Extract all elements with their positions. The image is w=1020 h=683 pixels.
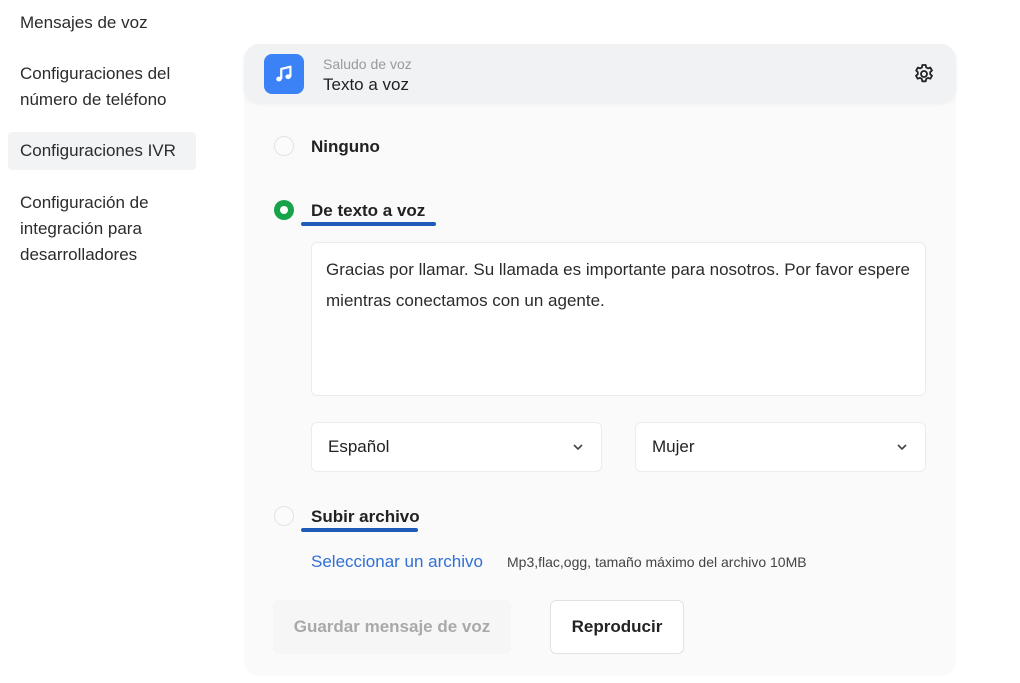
language-select[interactable]: Español bbox=[311, 422, 602, 472]
music-note-icon bbox=[264, 54, 304, 94]
sidebar-item-phone-settings[interactable]: Configuraciones del número de teléfono bbox=[8, 61, 196, 113]
option-tts-label[interactable]: De texto a voz bbox=[311, 201, 425, 221]
language-select-value: Español bbox=[328, 437, 390, 456]
radio-none[interactable] bbox=[274, 136, 294, 156]
option-upload-label[interactable]: Subir archivo bbox=[311, 507, 420, 527]
voice-select[interactable]: Mujer bbox=[635, 422, 926, 472]
radio-tts[interactable] bbox=[274, 200, 294, 220]
upload-hint: Mp3,flac,ogg, tamaño máximo del archivo … bbox=[507, 554, 807, 570]
sidebar-item-ivr-settings[interactable]: Configuraciones IVR bbox=[8, 132, 196, 170]
radio-upload[interactable] bbox=[274, 506, 294, 526]
play-button[interactable]: Reproducir bbox=[550, 600, 684, 654]
voice-greeting-card: Saludo de voz Texto a voz Ninguno De tex… bbox=[244, 44, 956, 676]
annotation-underline bbox=[301, 528, 418, 532]
annotation-underline bbox=[301, 222, 436, 226]
header-subtitle: Saludo de voz bbox=[323, 56, 412, 72]
select-file-link[interactable]: Seleccionar un archivo bbox=[311, 552, 483, 572]
chevron-down-icon bbox=[573, 444, 583, 451]
sidebar-item-developer-integration[interactable]: Configuración de integración para desarr… bbox=[8, 190, 196, 268]
card-header: Saludo de voz Texto a voz bbox=[244, 44, 956, 102]
chevron-down-icon bbox=[897, 444, 907, 451]
gear-icon[interactable] bbox=[912, 62, 936, 86]
tts-message-textarea[interactable]: Gracias por llamar. Su llamada es import… bbox=[311, 242, 926, 396]
save-voice-message-button[interactable]: Guardar mensaje de voz bbox=[273, 600, 511, 654]
option-none-label[interactable]: Ninguno bbox=[311, 137, 380, 157]
header-title: Texto a voz bbox=[323, 75, 409, 94]
voice-select-value: Mujer bbox=[652, 437, 695, 456]
sidebar-item-voice-messages[interactable]: Mensajes de voz bbox=[8, 10, 196, 36]
